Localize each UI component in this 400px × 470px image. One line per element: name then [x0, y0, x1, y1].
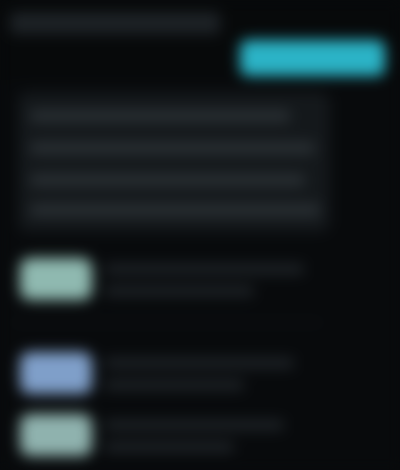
page-title: [10, 12, 220, 34]
list-item-subtitle: [104, 380, 244, 390]
divider: [12, 322, 322, 323]
panel-text-line: [30, 204, 320, 216]
panel-text-line: [30, 142, 315, 154]
list-item[interactable]: [12, 404, 400, 470]
thumbnail: [20, 352, 92, 394]
panel-text-line: [30, 174, 305, 186]
header: [0, 0, 400, 80]
list-item-title: [104, 358, 294, 368]
content-panel: [18, 92, 330, 232]
list-item[interactable]: [12, 248, 400, 314]
list-item-title: [104, 264, 304, 274]
list-item-subtitle: [104, 286, 254, 296]
list-item[interactable]: [12, 342, 400, 408]
panel-text-line: [30, 110, 290, 122]
app-window: [0, 0, 400, 470]
list-item-title: [104, 420, 284, 430]
primary-action-button[interactable]: [240, 40, 385, 76]
list-item-subtitle: [104, 442, 234, 452]
thumbnail: [20, 258, 92, 300]
thumbnail: [20, 414, 92, 456]
